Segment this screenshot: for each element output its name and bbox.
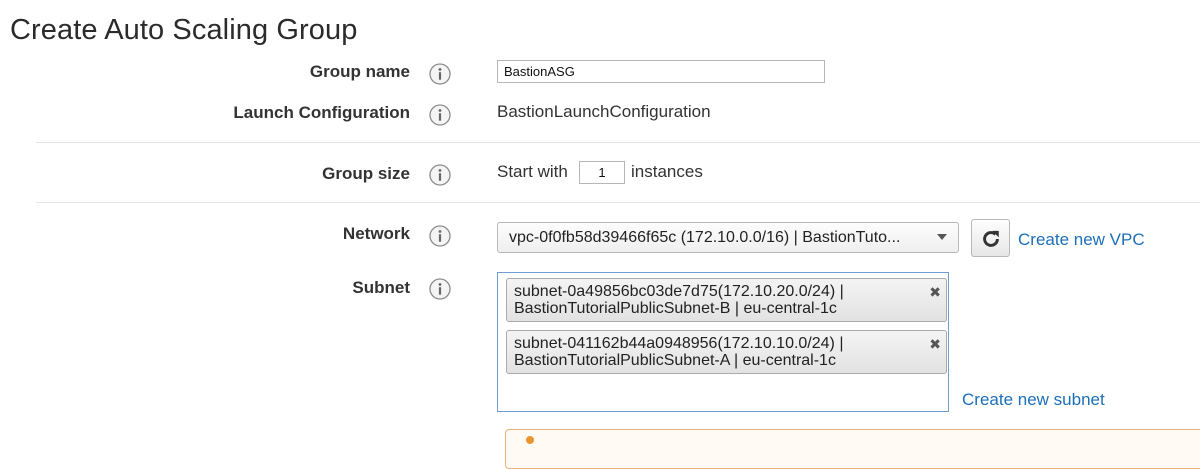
info-icon[interactable] bbox=[429, 164, 451, 186]
section-divider bbox=[36, 142, 1200, 143]
group-size-suffix: instances bbox=[631, 162, 703, 181]
chevron-down-icon bbox=[937, 234, 947, 240]
info-icon[interactable] bbox=[429, 63, 451, 85]
subnet-chip-id: subnet-0a49856bc03de7d75(172.10.20.0/24)… bbox=[514, 283, 844, 300]
subnet-chip-detail: BastionTutorialPublicSubnet-B | eu-centr… bbox=[514, 300, 837, 317]
network-label: Network bbox=[342, 224, 410, 243]
group-name-input[interactable] bbox=[497, 60, 825, 83]
subnet-label: Subnet bbox=[352, 278, 410, 297]
subnet-chip-id: subnet-041162b44a0948956(172.10.10.0/24)… bbox=[514, 335, 844, 352]
info-icon[interactable] bbox=[429, 225, 451, 247]
refresh-button[interactable] bbox=[971, 219, 1010, 257]
group-size-label: Group size bbox=[322, 164, 410, 183]
create-new-vpc-link[interactable]: Create new VPC bbox=[1018, 230, 1145, 250]
subnet-chip[interactable]: subnet-041162b44a0948956(172.10.10.0/24)… bbox=[506, 330, 947, 374]
warning-icon bbox=[526, 436, 534, 444]
group-size-prefix: Start with bbox=[497, 162, 568, 181]
page-title: Create Auto Scaling Group bbox=[10, 14, 358, 46]
group-size-input[interactable] bbox=[579, 161, 625, 184]
close-icon[interactable]: ✖ bbox=[929, 285, 941, 299]
launch-configuration-value: BastionLaunchConfiguration bbox=[497, 102, 711, 121]
alert-box bbox=[505, 429, 1200, 469]
group-name-label: Group name bbox=[309, 62, 410, 81]
section-divider bbox=[36, 202, 1200, 203]
launch-configuration-label: Launch Configuration bbox=[233, 103, 410, 122]
subnet-chip-detail: BastionTutorialPublicSubnet-A | eu-centr… bbox=[514, 352, 836, 369]
close-icon[interactable]: ✖ bbox=[929, 337, 941, 351]
refresh-icon bbox=[983, 230, 999, 247]
network-select[interactable]: vpc-0f0fb58d39466f65c (172.10.0.0/16) | … bbox=[497, 222, 959, 253]
subnet-chip[interactable]: subnet-0a49856bc03de7d75(172.10.20.0/24)… bbox=[506, 278, 947, 322]
subnet-multiselect[interactable]: subnet-0a49856bc03de7d75(172.10.20.0/24)… bbox=[497, 272, 949, 412]
info-icon[interactable] bbox=[429, 278, 451, 300]
create-new-subnet-link[interactable]: Create new subnet bbox=[962, 390, 1105, 410]
info-icon[interactable] bbox=[429, 104, 451, 126]
